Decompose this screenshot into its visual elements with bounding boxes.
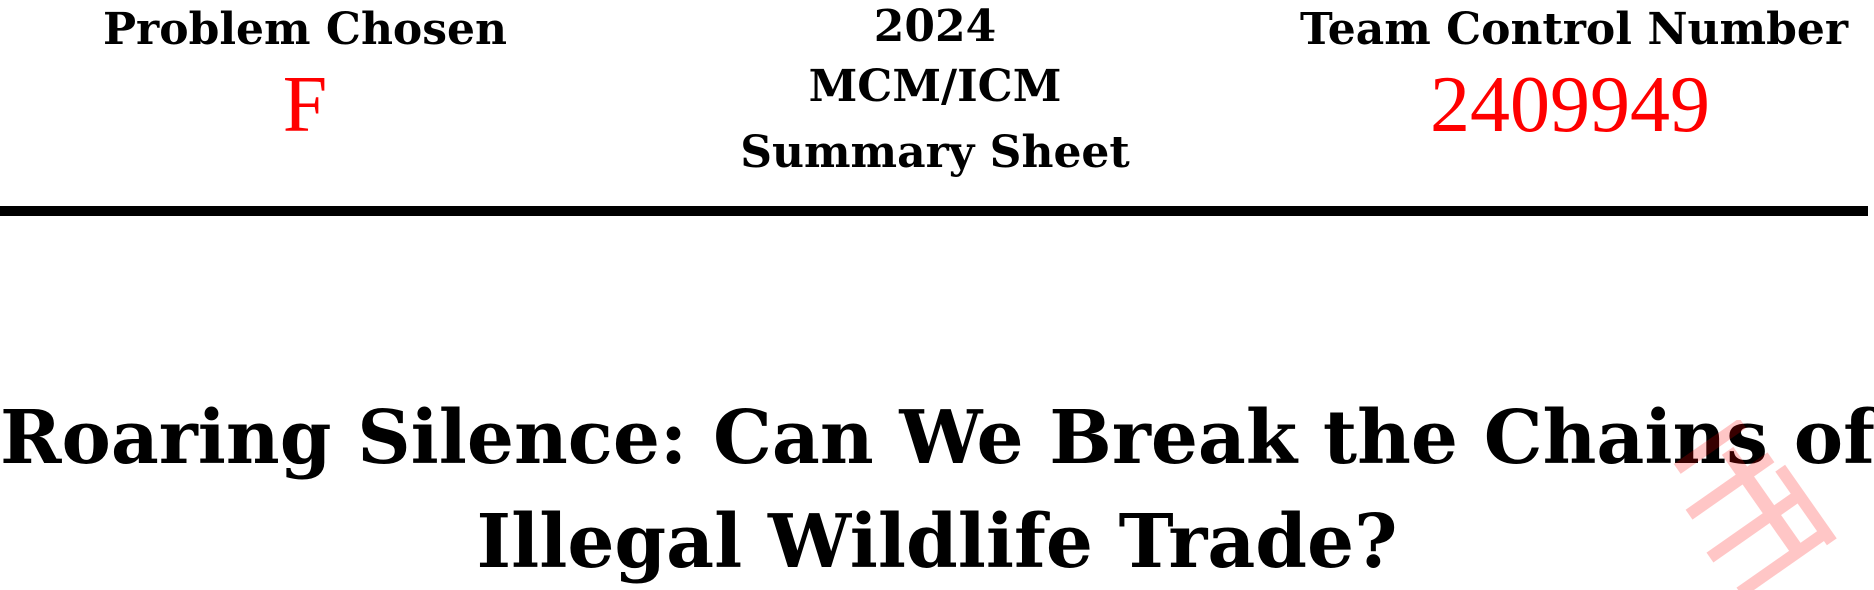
team-control-block: Team Control Number 2409949 (1300, 0, 1849, 150)
team-control-value: 2409949 (1430, 61, 1710, 149)
summary-sheet-header: Problem Chosen F 2024 MCM/ICM Summary Sh… (0, 0, 1874, 210)
header-divider (0, 206, 1868, 216)
paper-title-line-2: Illegal Wildlife Trade? (476, 499, 1398, 585)
contest-name: MCM/ICM (808, 61, 1062, 112)
contest-year: 2024 (873, 1, 997, 52)
summary-sheet-label: Summary Sheet (740, 127, 1130, 178)
problem-chosen-label: Problem Chosen (102, 4, 508, 55)
contest-block: 2024 MCM/ICM Summary Sheet (690, 0, 1180, 186)
problem-chosen-block: Problem Chosen F (60, 0, 550, 150)
problem-chosen-value: F (282, 61, 328, 149)
watermark-graphic (1673, 420, 1837, 590)
team-control-label: Team Control Number (1300, 4, 1849, 55)
paper-title: Roaring Silence: Can We Break the Chains… (0, 386, 1874, 590)
paper-title-line-1: Roaring Silence: Can We Break the Chains… (0, 395, 1874, 481)
